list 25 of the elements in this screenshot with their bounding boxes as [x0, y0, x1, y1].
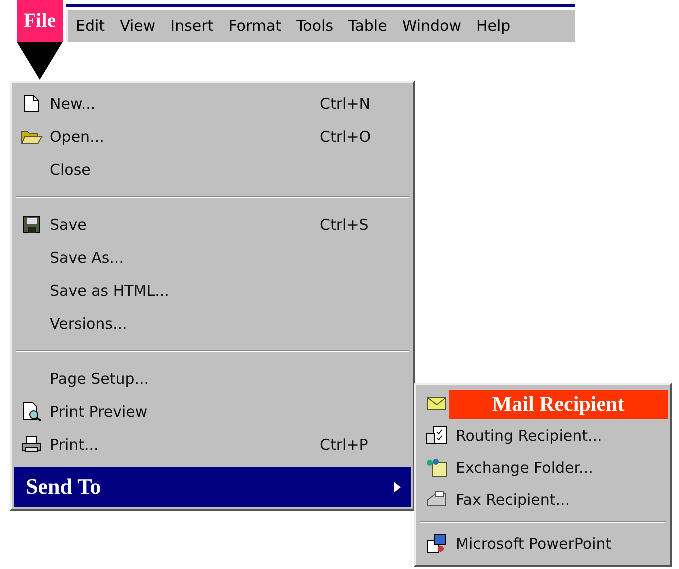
- menu-title[interactable]: Insert: [170, 17, 214, 35]
- menu-item[interactable]: Exchange Folder...: [456, 459, 594, 477]
- menu-item[interactable]: Send To: [14, 467, 411, 507]
- menu-item[interactable]: Save as HTML...: [14, 274, 411, 307]
- menu-item[interactable]: Page Setup...: [14, 362, 411, 395]
- menu-item[interactable]: Close: [14, 153, 411, 186]
- menu-item[interactable]: Microsoft PowerPoint: [456, 535, 612, 553]
- menu-title[interactable]: Window: [402, 17, 462, 35]
- menu-item[interactable]: Fax Recipient...: [456, 491, 570, 509]
- menu-item[interactable]: Open... Ctrl+O: [14, 120, 411, 153]
- menu-title[interactable]: Edit: [76, 17, 106, 35]
- menu-title[interactable]: View: [120, 17, 156, 35]
- menu-title[interactable]: Format: [228, 17, 282, 35]
- menu-item[interactable]: Save Ctrl+S: [14, 208, 411, 241]
- menu-item[interactable]: Versions...: [14, 307, 411, 340]
- menu-item[interactable]: Routing Recipient...: [456, 427, 602, 445]
- file-menu-title[interactable]: File: [17, 0, 63, 42]
- menu-item[interactable]: Save As...: [14, 241, 411, 274]
- menu-item[interactable]: Mail Recipient: [449, 390, 668, 418]
- menu-item[interactable]: Print... Ctrl+P: [14, 428, 411, 461]
- menu-item[interactable]: Print Preview: [14, 395, 411, 428]
- menu-title[interactable]: Tools: [296, 17, 334, 35]
- menu-title[interactable]: Table: [348, 17, 388, 35]
- menu-item[interactable]: New... Ctrl+N: [14, 87, 411, 120]
- menu-title[interactable]: Help: [476, 17, 511, 35]
